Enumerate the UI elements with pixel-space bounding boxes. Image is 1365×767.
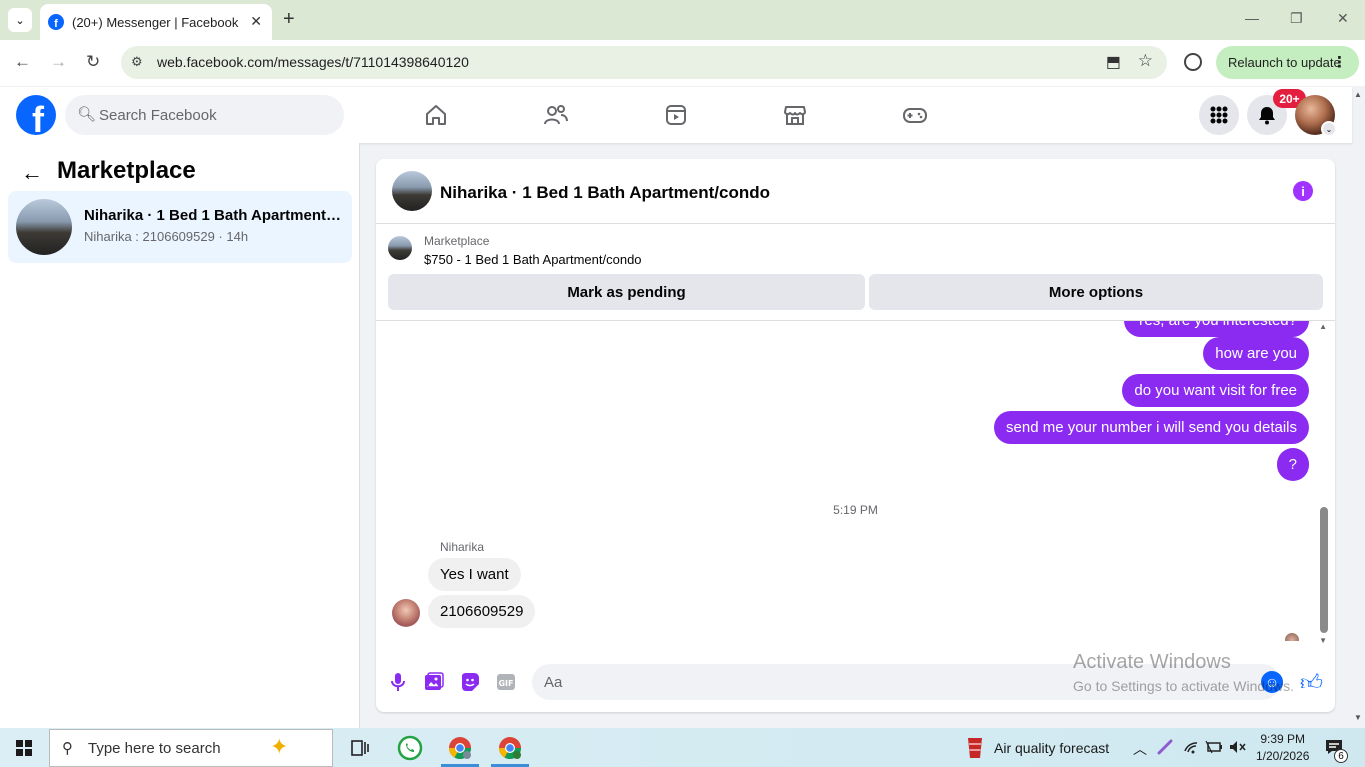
wifi-icon[interactable] (1183, 739, 1199, 758)
more-options-button[interactable]: More options (869, 274, 1323, 310)
scroll-up-arrow-icon[interactable]: ▲ (1319, 322, 1327, 331)
facebook-favicon-icon: f (48, 14, 64, 30)
install-app-icon[interactable]: ⬒ (1106, 52, 1121, 72)
sidebar-title: Marketplace (57, 157, 196, 184)
tab-title: (20+) Messenger | Facebook (72, 14, 239, 30)
copilot-sparkle-icon[interactable]: ✦ (270, 734, 288, 760)
forward-arrow-icon[interactable]: → (50, 52, 67, 72)
facebook-search[interactable]: 🔍︎ (65, 95, 344, 135)
url-text: web.facebook.com/messages/t/711014398640… (157, 54, 469, 70)
activate-windows-watermark: Activate Windows Go to Settings to activ… (1073, 651, 1294, 694)
gif-icon[interactable]: GIF (495, 671, 517, 693)
back-arrow-icon[interactable]: ← (21, 160, 43, 186)
message-incoming[interactable]: Yes I want (428, 558, 521, 591)
chat-panel: Niharika · 1 Bed 1 Bath Apartment/condo … (376, 159, 1335, 712)
chat-listing-thumbnail[interactable] (392, 171, 432, 211)
clock-date: 1/20/2026 (1256, 749, 1310, 763)
info-icon[interactable]: i (1293, 181, 1313, 201)
pen-icon[interactable] (1157, 739, 1173, 758)
address-bar[interactable]: ⚙ web.facebook.com/messages/t/7110143986… (121, 46, 1167, 79)
notification-count-badge: 6 (1334, 749, 1348, 763)
bookmark-star-icon[interactable]: ☆ (1138, 51, 1153, 71)
gaming-icon[interactable] (901, 101, 929, 129)
message-incoming[interactable]: 2106609529 (428, 595, 536, 628)
account-chevron-icon[interactable]: ⌄ (1321, 121, 1337, 137)
seen-receipt-avatar (1285, 633, 1299, 641)
page-scroll-down-arrow-icon[interactable]: ▼ (1354, 713, 1362, 722)
search-icon: 🔍︎ (77, 106, 97, 123)
chrome-profile-icon[interactable] (496, 735, 524, 761)
watermark-line2: Go to Settings to activate Windows. (1073, 678, 1294, 694)
whatsapp-icon[interactable] (396, 735, 424, 761)
message-outgoing[interactable]: send me your number i will send you deta… (994, 411, 1309, 444)
conversation-item[interactable]: Niharika · 1 Bed 1 Bath Apartment/condo … (8, 191, 352, 263)
photo-icon[interactable] (423, 671, 445, 693)
menu-kebab-icon[interactable]: ⋮ (1332, 53, 1347, 71)
minimize-icon[interactable]: — (1245, 10, 1259, 26)
chat-title[interactable]: Niharika · 1 Bed 1 Bath Apartment/condo (440, 183, 770, 203)
speaker-muted-icon[interactable] (1228, 739, 1246, 758)
facebook-logo-icon[interactable]: f (16, 95, 56, 135)
conversation-preview: Niharika : 2106609529 · 14h (84, 229, 249, 244)
taskbar-search-input[interactable] (88, 730, 268, 766)
microphone-icon[interactable] (387, 671, 409, 693)
search-icon: ⚲ (62, 740, 73, 757)
chat-header: Niharika · 1 Bed 1 Bath Apartment/condo … (376, 159, 1335, 224)
weather-icon[interactable] (964, 736, 986, 763)
marketplace-listing-thumbnail[interactable] (388, 236, 412, 260)
facebook-search-input[interactable] (99, 95, 329, 135)
home-icon[interactable] (422, 101, 450, 129)
thumbs-up-icon[interactable]: 👍︎ (1300, 669, 1323, 696)
marketplace-label: Marketplace (424, 234, 490, 248)
listing-thumbnail (16, 199, 72, 255)
chrome-icon[interactable] (446, 735, 474, 761)
marketplace-icon[interactable] (781, 101, 809, 129)
message-outgoing[interactable]: ? (1276, 448, 1309, 481)
svg-text:GIF: GIF (498, 679, 513, 688)
message-outgoing[interactable]: Yes, are you interested? (1123, 321, 1309, 337)
friends-icon[interactable] (542, 101, 570, 129)
weather-text[interactable]: Air quality forecast (994, 740, 1109, 756)
message-timestamp: 5:19 PM (833, 503, 878, 517)
relaunch-button[interactable]: Relaunch to update ⋮ (1216, 46, 1359, 79)
clock-time: 9:39 PM (1260, 732, 1306, 746)
task-view-icon[interactable] (346, 735, 374, 761)
chevron-up-icon[interactable]: ︿ (1133, 739, 1147, 759)
battery-icon[interactable] (1205, 739, 1223, 758)
message-outgoing[interactable]: how are you (1203, 337, 1309, 370)
listing-description[interactable]: $750 - 1 Bed 1 Bath Apartment/condo (424, 252, 642, 267)
close-tab-icon[interactable]: ✕ (250, 13, 262, 30)
sender-name: Niharika (440, 540, 485, 554)
tab-search-dropdown[interactable]: ⌄ (8, 8, 32, 32)
message-outgoing[interactable]: do you want visit for free (1122, 374, 1309, 407)
scrollbar-thumb[interactable] (1320, 507, 1328, 633)
video-icon[interactable] (662, 101, 690, 129)
mark-as-pending-button[interactable]: Mark as pending (388, 274, 865, 310)
restore-icon[interactable]: ❐ (1290, 10, 1303, 27)
close-window-icon[interactable]: ✕ (1337, 10, 1349, 27)
page-scroll-up-arrow-icon[interactable]: ▲ (1354, 90, 1362, 99)
scroll-down-arrow-icon[interactable]: ▼ (1319, 636, 1327, 645)
back-arrow-icon[interactable]: ← (14, 52, 31, 72)
relaunch-label: Relaunch to update (1228, 55, 1341, 70)
sender-avatar[interactable] (392, 599, 420, 627)
conversation-title: Niharika · 1 Bed 1 Bath Apartment/condo (84, 207, 344, 224)
browser-profile-icon[interactable] (1184, 53, 1202, 71)
browser-tab[interactable]: f (20+) Messenger | Facebook ✕ (40, 4, 272, 40)
menu-grid-icon[interactable] (1199, 95, 1239, 135)
taskbar-clock[interactable]: 9:39 PM 1/20/2026 (1256, 731, 1309, 765)
reload-icon[interactable]: ↻ (86, 52, 100, 72)
site-info-icon[interactable]: ⚙ (131, 54, 143, 70)
message-list: Yes, are you interested? how are you do … (376, 321, 1335, 641)
watermark-line1: Activate Windows (1073, 651, 1231, 673)
new-tab-button[interactable]: + (283, 8, 295, 31)
sticker-icon[interactable] (459, 671, 481, 693)
windows-start-icon[interactable] (16, 740, 32, 756)
taskbar-search[interactable]: ⚲ ✦ (49, 729, 333, 767)
chevron-down-icon: ⌄ (15, 14, 25, 27)
